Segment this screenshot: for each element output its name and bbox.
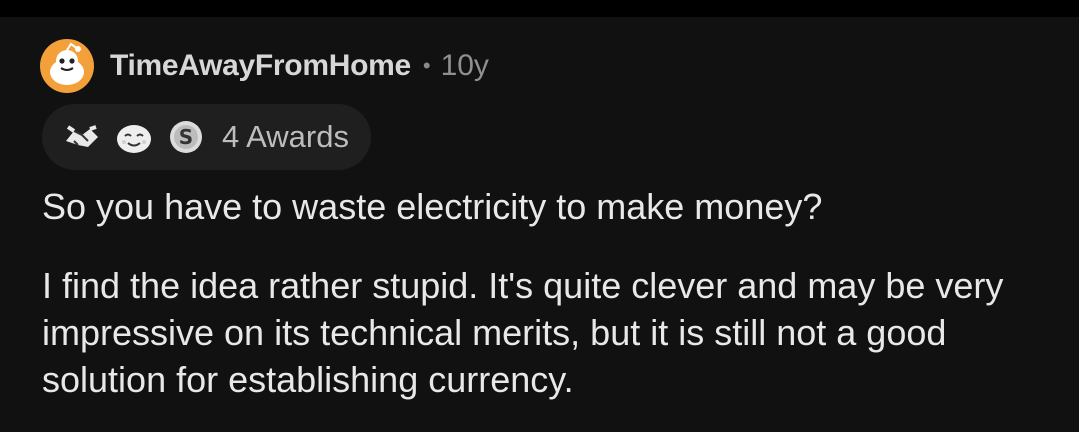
comment-age: 10y [440, 49, 489, 82]
username[interactable]: TimeAwayFromHome [110, 49, 411, 83]
comment-paragraph: So you have to waste electricity to make… [42, 186, 823, 227]
awards-count: 4 Awards [222, 119, 349, 154]
separator-dot: • [422, 53, 431, 78]
comment-body: So you have to waste electricity to make… [42, 183, 1062, 403]
wholesome-award-icon [117, 125, 151, 153]
handshake-award-icon [66, 125, 98, 147]
comment-header: TimeAwayFromHome • 10y [40, 39, 489, 93]
comment: TimeAwayFromHome • 10y S 4 Awards So you… [0, 17, 1079, 432]
top-bar [0, 0, 1079, 17]
avatar[interactable] [40, 39, 94, 93]
silver-coin-award-icon: S [170, 121, 202, 153]
awards-pill[interactable]: S 4 Awards [42, 104, 371, 170]
svg-text:S: S [179, 125, 193, 149]
comment-paragraph: I find the idea rather stupid. It's quit… [42, 265, 1004, 400]
